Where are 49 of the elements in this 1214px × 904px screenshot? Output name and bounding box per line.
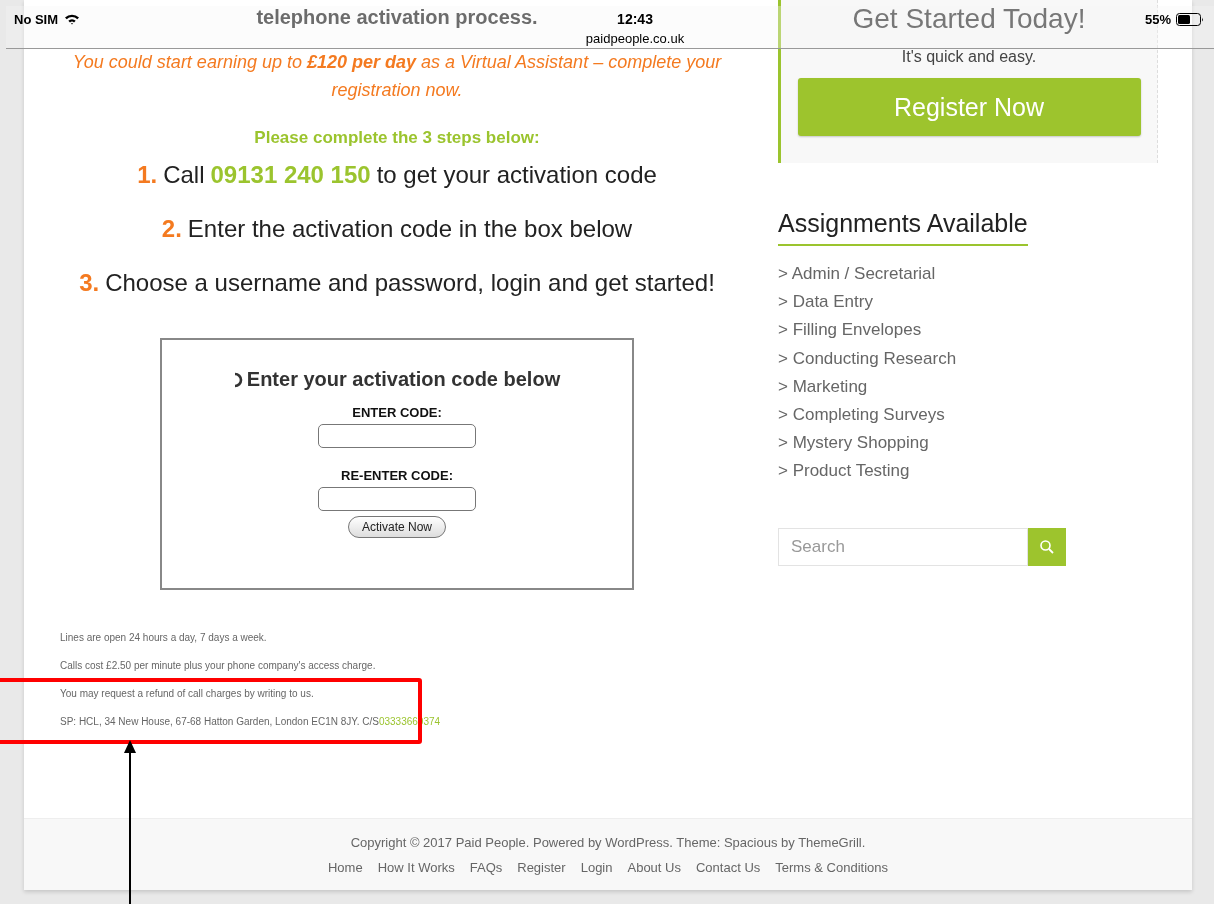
steps-heading: Please complete the 3 steps below:	[254, 128, 540, 148]
footer-link[interactable]: About Us	[627, 859, 681, 875]
note-text: You may request a refund of call charges by writing to us.	[60, 688, 314, 699]
step-text: Enter the activation code in the box below	[187, 214, 633, 244]
cta-subtitle: It's quick and easy.	[901, 48, 1037, 66]
intro-text: You could start earning up to £120 per day as a Virtual Assistant – complete your registration now.	[71, 51, 723, 102]
step-text: Choose a username and password, login and get started!	[105, 268, 715, 298]
cta-title: Get Started Today!	[852, 2, 1086, 36]
assignment-link[interactable]: > Admin / Secretarial	[778, 260, 1158, 289]
note-text: Lines are open 24 hours a day, 7 days a week.	[60, 632, 267, 643]
widget-title: Assignments Available	[778, 209, 1028, 246]
step-number: 2.	[161, 214, 182, 244]
step-text: Call	[163, 160, 205, 190]
assignment-link[interactable]: > Filling Envelopes	[778, 316, 1158, 345]
note-text: SP: HCL, 34 New House, 67-68 Hatton Garden, London EC1N 8JY. C/S	[60, 716, 379, 727]
footer-link[interactable]: Login	[580, 859, 613, 875]
activation-title: Enter your activation code below	[246, 368, 561, 391]
code-label: ENTER CODE:	[352, 405, 442, 420]
step-text: to get your activation code	[376, 160, 657, 190]
copyright-text: Copyright © 2017 Paid People. Powered by WordPress. Theme: Spacious by ThemeGrill.	[350, 834, 866, 850]
assignment-link[interactable]: > Data Entry	[778, 288, 1158, 317]
page-heading: telephone activation process.	[256, 5, 538, 30]
assignment-link[interactable]: > Conducting Research	[778, 344, 1158, 373]
step-number: 3.	[79, 268, 100, 298]
code-input[interactable]	[318, 487, 476, 511]
footer-link[interactable]: Home	[328, 859, 363, 875]
footer-link[interactable]: Register	[517, 859, 566, 875]
footer-link[interactable]: How It Works	[377, 859, 455, 875]
carrier-text: No SIM	[14, 11, 59, 27]
footer-link[interactable]: Terms & Conditions	[775, 859, 888, 875]
search-field[interactable]: Search	[778, 527, 1028, 566]
assignment-link[interactable]: > Completing Surveys	[778, 401, 1158, 430]
code-label: RE-ENTER CODE:	[341, 468, 453, 483]
code-input[interactable]	[318, 424, 476, 448]
battery-percent: 55%	[1144, 11, 1171, 27]
assignment-link[interactable]: > Marketing	[778, 372, 1158, 401]
step-number: 1.	[137, 160, 158, 190]
search-icon	[1039, 538, 1055, 555]
assignment-link[interactable]: > Mystery Shopping	[778, 429, 1158, 458]
spinner-icon	[233, 371, 243, 388]
activate-button[interactable]: Activate Now	[348, 516, 446, 538]
battery-icon	[1176, 12, 1204, 26]
wifi-icon	[64, 13, 81, 25]
assignment-link[interactable]: > Product Testing	[778, 457, 1158, 486]
footer-link[interactable]: FAQs	[469, 859, 503, 875]
note-text: Calls cost £2.50 per minute plus your phone company's access charge.	[60, 660, 376, 671]
clock-text: 12:43	[617, 11, 653, 27]
url-text: paidpeople.co.uk	[585, 31, 685, 46]
footer-link[interactable]: Contact Us	[695, 859, 761, 875]
